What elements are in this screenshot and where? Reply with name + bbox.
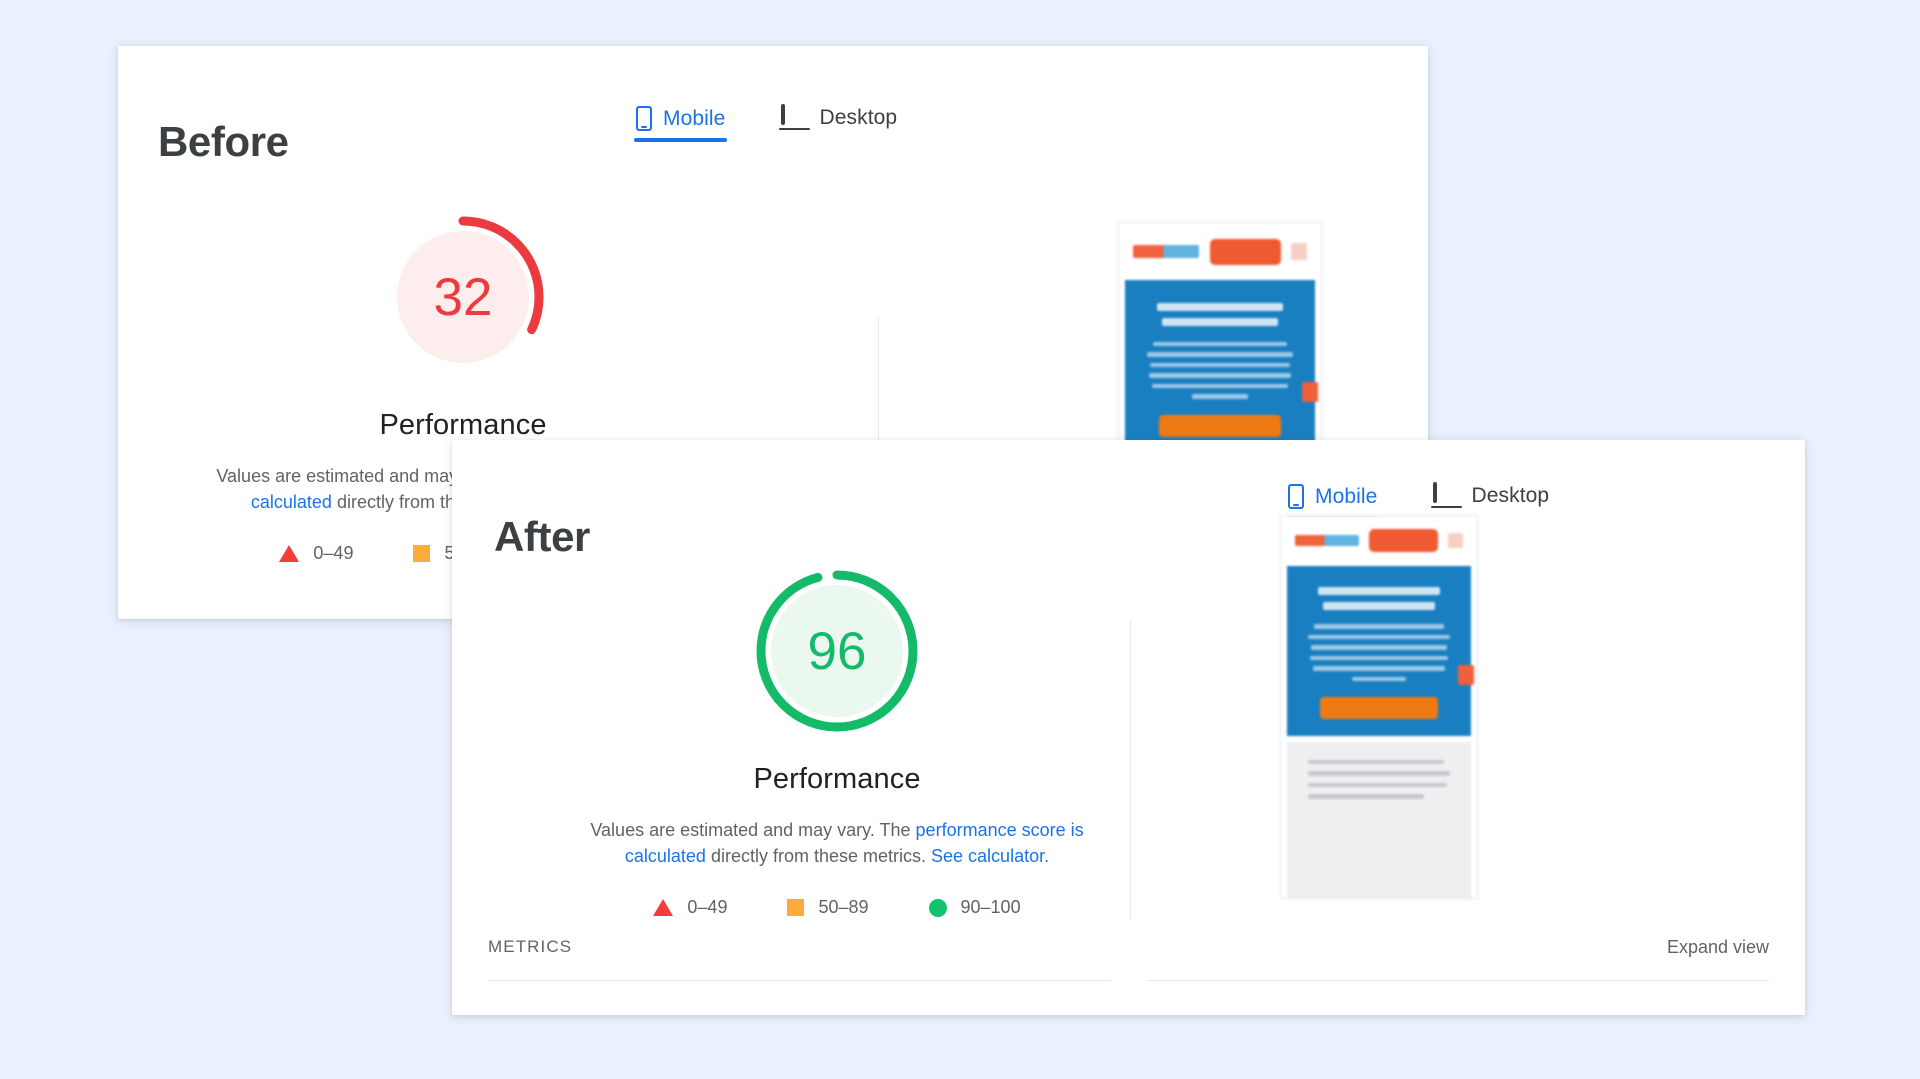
footer-metrics-col: METRICS <box>488 937 1129 957</box>
before-tab-desktop[interactable]: Desktop <box>773 92 905 130</box>
after-card-footer: METRICS Expand view <box>452 919 1805 1015</box>
before-tab-desktop-label: Desktop <box>819 106 898 129</box>
before-score-value: 32 <box>433 267 493 327</box>
before-tab-mobile-label: Mobile <box>663 106 726 130</box>
after-mobile-screenshot[interactable] <box>1280 515 1478 899</box>
after-results-card: Mobile Desktop After 96 Performance Valu… <box>452 440 1805 1015</box>
after-desc-lead: Values are estimated and may vary. The <box>590 820 916 840</box>
desktop-icon <box>1431 482 1463 508</box>
after-device-tabs: Mobile Desktop <box>1280 470 1557 520</box>
preview-body-section <box>1286 742 1472 898</box>
mobile-icon <box>636 106 652 131</box>
after-legend-label-low: 0–49 <box>687 897 728 918</box>
footer-divider <box>488 980 1769 981</box>
after-tab-mobile[interactable]: Mobile <box>1280 470 1385 520</box>
after-score-legend: 0–49 50–89 90–100 <box>653 897 1021 918</box>
hamburger-icon <box>1448 533 1464 549</box>
preview-site-logo <box>1133 245 1200 259</box>
footer-expand-col: Expand view <box>1129 937 1769 958</box>
active-tab-underline <box>634 138 728 142</box>
after-tab-mobile-label: Mobile <box>1315 484 1378 508</box>
after-gauge-label: Performance <box>753 763 921 795</box>
after-vertical-divider <box>1130 620 1131 920</box>
desktop-icon <box>779 104 811 130</box>
after-tab-desktop-label: Desktop <box>1471 484 1550 507</box>
after-tab-desktop[interactable]: Desktop <box>1425 470 1557 508</box>
before-performance-gauge: 32 <box>377 211 549 383</box>
after-score-description: Values are estimated and may vary. The p… <box>557 818 1117 869</box>
before-legend-item-low: 0–49 <box>279 543 353 564</box>
after-legend-label-mid: 50–89 <box>818 897 869 918</box>
after-legend-item-high: 90–100 <box>928 897 1021 918</box>
preview-side-tab <box>1301 381 1318 402</box>
preview-site-logo <box>1294 535 1359 547</box>
mobile-icon <box>1288 484 1304 509</box>
triangle-icon <box>653 899 674 917</box>
before-tab-mobile[interactable]: Mobile <box>628 92 733 142</box>
preview-hero-section <box>1125 280 1318 455</box>
metrics-label: METRICS <box>488 937 573 956</box>
expand-view-button[interactable]: Expand view <box>1667 937 1769 958</box>
square-icon <box>787 899 805 917</box>
before-card-title: Before <box>158 118 289 165</box>
circle-icon <box>928 898 947 917</box>
preview-site-header <box>1281 516 1477 566</box>
preview-side-tab <box>1458 664 1475 685</box>
after-legend-item-mid: 50–89 <box>787 897 869 918</box>
after-legend-label-high: 90–100 <box>960 897 1021 918</box>
after-score-value: 96 <box>807 621 867 681</box>
before-gauge-label: Performance <box>379 409 547 441</box>
after-see-calculator-link[interactable]: See calculator. <box>931 846 1049 866</box>
preview-site-cta-small <box>1209 238 1281 265</box>
preview-hero-cta-button <box>1319 696 1439 719</box>
square-icon <box>413 545 431 563</box>
after-desc-middle: directly from these metrics. <box>705 845 932 866</box>
after-phone-preview <box>1280 515 1478 899</box>
preview-hero-section <box>1286 565 1475 737</box>
before-device-tabs: Mobile Desktop <box>628 92 905 142</box>
after-score-section: 96 Performance Values are estimated and … <box>590 565 1084 918</box>
after-card-title: After <box>494 513 591 560</box>
before-legend-label-low: 0–49 <box>313 543 354 564</box>
after-performance-gauge: 96 <box>751 565 923 737</box>
hamburger-icon <box>1291 243 1307 261</box>
preview-site-cta-small <box>1368 529 1439 553</box>
preview-hero-cta-button <box>1158 414 1282 437</box>
preview-site-header <box>1119 223 1321 281</box>
triangle-icon <box>279 545 300 563</box>
after-legend-item-low: 0–49 <box>653 897 727 918</box>
